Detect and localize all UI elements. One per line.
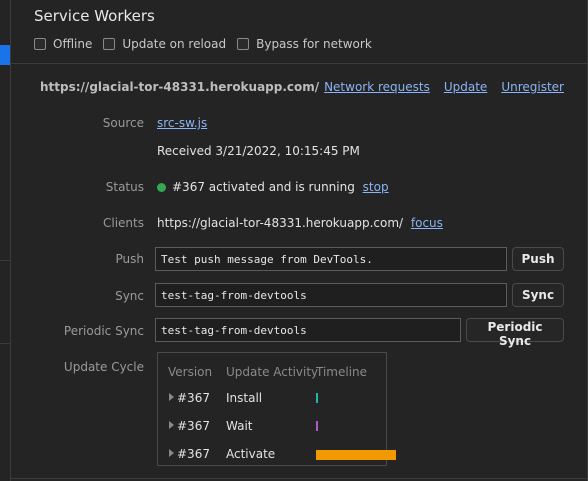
update-link[interactable]: Update xyxy=(444,80,487,94)
stop-link[interactable]: stop xyxy=(363,180,389,194)
worker-scope: https://glacial-tor-48331.herokuapp.com/ xyxy=(40,80,320,94)
bypass-for-network-checkbox[interactable] xyxy=(237,38,250,50)
offline-option[interactable]: Offline xyxy=(34,37,92,51)
offline-label: Offline xyxy=(53,37,93,51)
update-cycle-row-install[interactable]: #367 Install xyxy=(158,389,386,409)
push-label: Push xyxy=(115,252,145,266)
version-column-header: Version xyxy=(168,365,213,379)
update-cycle-row-wait[interactable]: #367 Wait xyxy=(158,417,386,437)
activity-column-header: Update Activity xyxy=(226,365,319,379)
selected-indicator xyxy=(0,45,10,65)
toolbar-divider xyxy=(11,63,588,64)
expand-triangle-icon[interactable] xyxy=(169,421,174,429)
timeline-column-header: Timeline xyxy=(316,365,368,379)
row-activity: Wait xyxy=(226,419,253,433)
status-dot-icon xyxy=(157,183,166,192)
update-cycle-label: Update Cycle xyxy=(63,360,144,374)
update-on-reload-label: Update on reload xyxy=(122,37,227,51)
status-value: #367 activated and is running stop xyxy=(157,180,389,194)
received-timestamp: Received 3/21/2022, 10:15:45 PM xyxy=(157,144,360,158)
wait-timeline-bar xyxy=(316,421,318,431)
install-timeline-bar xyxy=(316,393,318,403)
update-on-reload-option[interactable]: Update on reload xyxy=(103,37,226,51)
left-panel-strip xyxy=(0,0,11,481)
client-url: https://glacial-tor-48331.herokuapp.com/ xyxy=(157,216,404,230)
periodic-sync-button[interactable]: Periodic Sync xyxy=(466,318,564,348)
worker-actions: Network requests Update Unregister xyxy=(310,80,564,94)
bypass-for-network-option[interactable]: Bypass for network xyxy=(237,37,372,51)
bypass-for-network-label: Bypass for network xyxy=(256,37,372,51)
row-version: #367 xyxy=(177,391,210,405)
options-bar: Offline Update on reload Bypass for netw… xyxy=(34,37,383,51)
activate-timeline-bar xyxy=(316,450,396,460)
sync-label: Sync xyxy=(115,289,144,303)
divider xyxy=(0,343,10,344)
expand-triangle-icon[interactable] xyxy=(169,449,174,457)
row-activity: Install xyxy=(226,391,263,405)
update-cycle-table: Version Update Activity Timeline #367 In… xyxy=(157,352,396,466)
source-label: Source xyxy=(102,116,144,130)
status-label: Status xyxy=(105,180,144,194)
expand-triangle-icon[interactable] xyxy=(169,393,174,401)
clients-value: https://glacial-tor-48331.herokuapp.com/… xyxy=(157,216,443,230)
unregister-link[interactable]: Unregister xyxy=(501,80,564,94)
offline-checkbox[interactable] xyxy=(34,38,46,50)
sync-input[interactable] xyxy=(155,283,507,307)
clients-label: Clients xyxy=(103,216,144,230)
sync-button[interactable]: Sync xyxy=(512,283,564,307)
source-value: src-sw.js xyxy=(157,116,207,130)
row-version: #367 xyxy=(177,419,210,433)
bottom-divider xyxy=(11,478,588,479)
status-text: #367 activated and is running xyxy=(172,180,355,194)
divider xyxy=(0,260,10,261)
row-version: #367 xyxy=(177,447,210,461)
push-button[interactable]: Push xyxy=(512,247,564,271)
focus-link[interactable]: focus xyxy=(411,216,443,230)
periodic-sync-input[interactable] xyxy=(155,318,461,342)
periodic-sync-label: Periodic Sync xyxy=(63,324,144,338)
section-title: Service Workers xyxy=(34,7,155,25)
row-activity: Activate xyxy=(226,447,276,461)
update-cycle-row-activate[interactable]: #367 Activate xyxy=(158,445,396,465)
update-on-reload-checkbox[interactable] xyxy=(103,38,116,50)
push-input[interactable] xyxy=(155,247,507,271)
network-requests-link[interactable]: Network requests xyxy=(324,80,430,94)
source-file-link[interactable]: src-sw.js xyxy=(157,116,207,130)
